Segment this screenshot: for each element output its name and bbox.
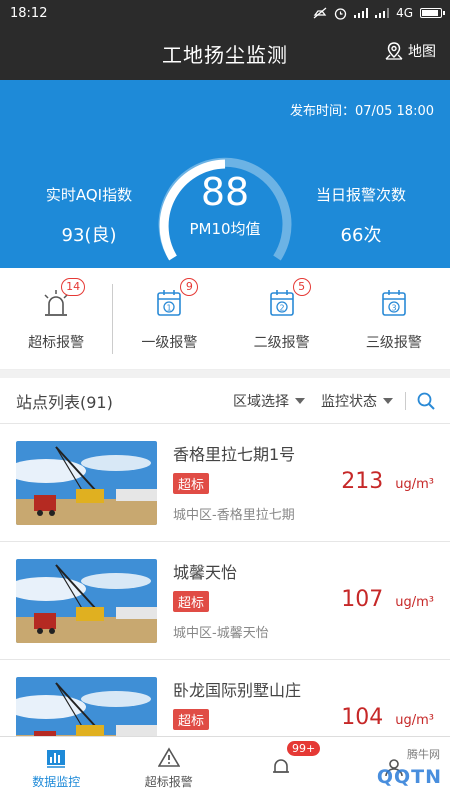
pm-reading: 213 ug/m³ bbox=[341, 469, 434, 494]
calendar-2-icon: 2 5 bbox=[265, 277, 311, 320]
station-row[interactable]: 香格里拉七期1号 超标 城中区-香格里拉七期 213 ug/m³ bbox=[0, 424, 450, 542]
alarm-count: 5 bbox=[292, 277, 311, 296]
station-list-header: 站点列表(91) 区域选择 监控状态 bbox=[0, 378, 450, 424]
pm10-label: PM10均值 bbox=[189, 220, 261, 238]
tab-data-monitor[interactable]: 数据监控 bbox=[0, 737, 113, 800]
svg-text:3: 3 bbox=[391, 303, 396, 312]
status-bar: 18:12 4G bbox=[0, 0, 450, 26]
bell-icon bbox=[273, 758, 290, 773]
station-list-title: 站点列表(91) bbox=[16, 392, 113, 412]
network-type: 4G bbox=[396, 6, 413, 20]
dropdown-arrow-icon bbox=[295, 397, 305, 404]
reading-value: 107 bbox=[341, 586, 384, 612]
reading-value: 104 bbox=[341, 704, 384, 730]
status-time: 18:12 bbox=[10, 5, 48, 21]
warning-icon bbox=[157, 747, 180, 767]
calendar-3-icon: 3 bbox=[377, 286, 411, 320]
section-gap bbox=[0, 370, 450, 378]
dropdown-arrow-icon bbox=[383, 397, 393, 404]
search-icon[interactable] bbox=[416, 391, 436, 411]
pm10-value: 88 bbox=[200, 170, 250, 214]
bar-chart-icon bbox=[47, 750, 66, 768]
calendar-1-icon: 1 9 bbox=[152, 277, 199, 320]
status-filter-label: 监控状态 bbox=[321, 393, 377, 410]
status-badge: 超标 bbox=[173, 472, 210, 494]
map-pin-icon bbox=[385, 42, 403, 60]
siren-icon: 14 bbox=[39, 277, 86, 320]
signal-icon bbox=[354, 8, 369, 18]
aqi-block: 实时AQI指数 93(良) bbox=[14, 184, 164, 247]
alarm-level-1[interactable]: 1 9 一级报警 bbox=[113, 268, 225, 369]
watermark-small-text: 腾牛网 bbox=[407, 748, 440, 761]
status-badge: 超标 bbox=[173, 590, 210, 612]
station-row[interactable]: 城馨天怡 超标 城中区-城馨天怡 107 ug/m³ bbox=[0, 542, 450, 660]
alarm-categories: 14 超标报警 1 9 一级报警 2 5 二级报警 3 三级报警 bbox=[0, 268, 450, 370]
region-filter-label: 区域选择 bbox=[233, 393, 289, 410]
tab-exceed-alarm[interactable]: 超标报警 bbox=[113, 737, 226, 800]
alarm-exceed[interactable]: 14 超标报警 bbox=[0, 268, 112, 369]
title-bar: 工地扬尘监测 地图 bbox=[0, 26, 450, 80]
pm-reading: 104 ug/m³ bbox=[341, 705, 434, 730]
alarm-label: 一级报警 bbox=[141, 334, 198, 351]
reading-unit: ug/m³ bbox=[395, 594, 434, 610]
page-title: 工地扬尘监测 bbox=[162, 42, 288, 67]
station-info: 香格里拉七期1号 超标 城中区-香格里拉七期 213 ug/m³ bbox=[173, 441, 434, 525]
watermark-text: QQTN bbox=[376, 766, 442, 788]
battery-icon bbox=[420, 8, 445, 18]
alarm-clock-icon bbox=[334, 7, 347, 20]
daily-alarm-label: 当日报警次数 bbox=[315, 186, 406, 204]
bottom-tab-bar: 数据监控 超标报警 99+ 腾牛网 QQTN bbox=[0, 736, 450, 800]
svg-text:2: 2 bbox=[279, 303, 284, 312]
alarm-label: 超标报警 bbox=[28, 334, 85, 351]
signal-icon-2 bbox=[375, 8, 390, 18]
tab-label: 数据监控 bbox=[32, 775, 81, 789]
mute-icon bbox=[313, 7, 327, 19]
message-badge: 99+ bbox=[287, 741, 321, 756]
reading-value: 213 bbox=[341, 468, 384, 494]
station-area: 城中区-香格里拉七期 bbox=[173, 507, 295, 523]
daily-alarm-value: 66次 bbox=[340, 225, 382, 246]
svg-text:1: 1 bbox=[167, 303, 172, 312]
site-photo bbox=[16, 558, 157, 643]
alarm-count: 14 bbox=[61, 277, 86, 296]
station-name: 香格里拉七期1号 bbox=[173, 444, 296, 464]
aqi-label: 实时AQI指数 bbox=[45, 186, 133, 204]
daily-alarm-block: 当日报警次数 66次 bbox=[286, 184, 436, 247]
alarm-label: 二级报警 bbox=[253, 334, 310, 351]
alarm-level-3[interactable]: 3 三级报警 bbox=[338, 268, 450, 369]
alarm-count: 9 bbox=[180, 277, 199, 296]
summary-panel: 发布时间：07/05 18:00 实时AQI指数 93(良) 88 PM10均值… bbox=[0, 80, 450, 268]
tab-label: 超标报警 bbox=[144, 775, 193, 789]
station-area: 城中区-城馨天怡 bbox=[173, 625, 269, 641]
tab-messages[interactable]: 99+ bbox=[225, 737, 338, 800]
reading-unit: ug/m³ bbox=[395, 712, 434, 728]
publish-time: 发布时间：07/05 18:00 bbox=[289, 104, 434, 119]
status-filter[interactable]: 监控状态 bbox=[321, 391, 393, 411]
alarm-level-2[interactable]: 2 5 二级报警 bbox=[226, 268, 338, 369]
alarm-label: 三级报警 bbox=[365, 334, 422, 351]
reading-unit: ug/m³ bbox=[395, 476, 434, 492]
station-name: 卧龙国际别墅山庄 bbox=[173, 680, 302, 700]
status-badge: 超标 bbox=[173, 708, 210, 730]
map-label: 地图 bbox=[408, 44, 436, 60]
region-filter[interactable]: 区域选择 bbox=[233, 391, 305, 411]
watermark-logo: 腾牛网 QQTN bbox=[354, 744, 444, 792]
station-name: 城馨天怡 bbox=[173, 562, 238, 582]
station-info: 城馨天怡 超标 城中区-城馨天怡 107 ug/m³ bbox=[173, 559, 434, 643]
map-button[interactable]: 地图 bbox=[384, 41, 436, 61]
pm10-gauge: 88 PM10均值 bbox=[155, 140, 295, 268]
aqi-value: 93(良) bbox=[61, 225, 117, 246]
station-list: 香格里拉七期1号 超标 城中区-香格里拉七期 213 ug/m³ 城馨天怡 超标… bbox=[0, 424, 450, 778]
pm-reading: 107 ug/m³ bbox=[341, 587, 434, 612]
divider bbox=[405, 391, 406, 410]
site-photo bbox=[16, 440, 157, 525]
status-icons: 4G bbox=[313, 6, 445, 20]
